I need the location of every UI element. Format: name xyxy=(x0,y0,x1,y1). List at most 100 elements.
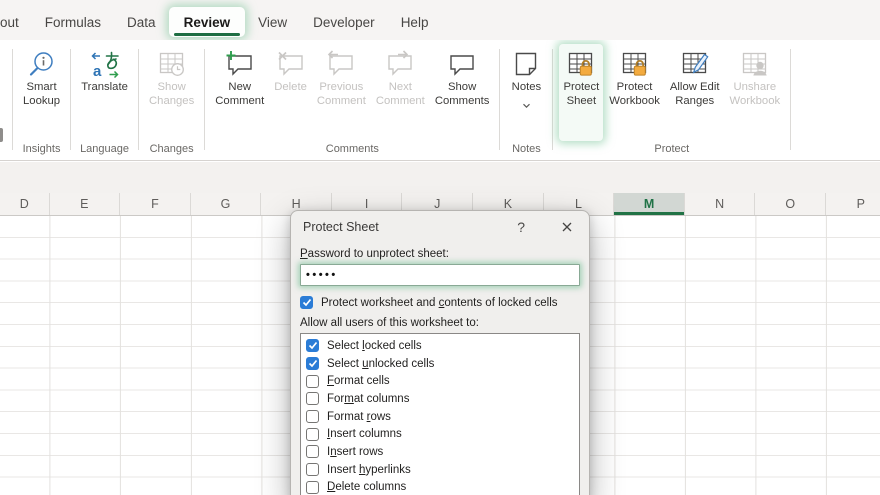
close-icon[interactable] xyxy=(557,219,577,235)
checkbox-unchecked-icon[interactable] xyxy=(306,428,319,441)
checkbox-checked-icon[interactable] xyxy=(300,296,313,309)
ribbon-group-language: aTranslateLanguage xyxy=(73,43,136,160)
column-header-f[interactable]: F xyxy=(120,193,191,215)
delete-comment-icon xyxy=(275,49,307,80)
dialog-title-bar[interactable]: Protect Sheet ? xyxy=(291,211,589,241)
tab-developer[interactable]: Developer xyxy=(300,7,388,37)
tab-out[interactable]: out xyxy=(0,7,32,37)
group-divider xyxy=(12,49,13,150)
column-header-n[interactable]: N xyxy=(685,193,756,215)
formula-bar-spacer xyxy=(0,162,880,193)
ribbon-button-next-comment: NextComment xyxy=(372,44,429,141)
ribbon-group-changes: ShowChangesChanges xyxy=(141,43,202,160)
protect-sheet-dialog: Protect Sheet ? Password to unprotect sh… xyxy=(290,210,590,495)
notes-icon xyxy=(510,49,542,80)
clipped-group-edge xyxy=(0,128,3,142)
ribbon-button-label: SmartLookup xyxy=(23,80,60,109)
allow-users-label: Allow all users of this worksheet to: xyxy=(300,317,580,329)
password-input[interactable] xyxy=(300,264,580,286)
checkbox-checked-icon[interactable] xyxy=(306,339,319,352)
checkbox-unchecked-icon[interactable] xyxy=(306,445,319,458)
ribbon-button-label: Translate xyxy=(81,80,128,94)
permission-item[interactable]: Insert rows xyxy=(306,443,579,461)
ribbon-button-protect-workbook[interactable]: ProtectWorkbook xyxy=(605,44,664,141)
permission-label: Select locked cells xyxy=(327,340,422,352)
unshare-workbook-icon xyxy=(739,49,771,80)
ribbon-button-label: Allow EditRanges xyxy=(670,80,720,109)
permission-item[interactable]: Select unlocked cells xyxy=(306,355,579,373)
show-changes-icon xyxy=(156,49,188,80)
ribbon-button-unshare-workbook: UnshareWorkbook xyxy=(726,44,785,141)
protect-sheet-icon xyxy=(565,49,597,80)
ribbon-tab-bar: outFormulasDataReviewViewDeveloperHelp xyxy=(0,0,880,40)
dialog-body: Password to unprotect sheet: Protect wor… xyxy=(291,248,589,495)
ribbon-button-label: NextComment xyxy=(376,80,425,109)
help-icon[interactable]: ? xyxy=(511,219,531,235)
tab-data[interactable]: Data xyxy=(114,7,169,37)
ribbon-button-allow-edit-ranges[interactable]: Allow EditRanges xyxy=(666,44,724,141)
checkbox-unchecked-icon[interactable] xyxy=(306,410,319,423)
next-comment-icon xyxy=(384,49,416,80)
tab-review[interactable]: Review xyxy=(169,7,246,37)
ribbon-button-notes[interactable]: Notes xyxy=(506,44,546,141)
ribbon-button-label: ProtectWorkbook xyxy=(609,80,660,109)
previous-comment-icon xyxy=(325,49,357,80)
checkbox-unchecked-icon[interactable] xyxy=(306,392,319,405)
ribbon-button-protect-sheet[interactable]: ProtectSheet xyxy=(559,44,603,141)
permissions-listbox[interactable]: Select locked cells Select unlocked cells… xyxy=(300,333,580,495)
protect-workbook-icon xyxy=(619,49,651,80)
column-header-e[interactable]: E xyxy=(50,193,121,215)
column-header-o[interactable]: O xyxy=(755,193,826,215)
column-header-m[interactable]: M xyxy=(614,193,685,215)
permission-item[interactable]: Insert columns xyxy=(306,425,579,443)
ribbon-group-insights: SmartLookupInsights xyxy=(15,43,68,160)
tab-view[interactable]: View xyxy=(245,7,300,37)
ribbon: SmartLookupInsightsaTranslateLanguageSho… xyxy=(0,40,880,161)
checkbox-unchecked-icon[interactable] xyxy=(306,463,319,476)
ribbon-button-label: ShowComments xyxy=(435,80,490,109)
permission-label: Format cells xyxy=(327,375,390,387)
group-label-protect: Protect xyxy=(650,142,693,160)
column-header-g[interactable]: G xyxy=(191,193,262,215)
tab-help[interactable]: Help xyxy=(388,7,442,37)
checkbox-unchecked-icon[interactable] xyxy=(306,375,319,388)
ribbon-button-label: PreviousComment xyxy=(317,80,366,109)
ribbon-button-label: Delete xyxy=(274,80,307,94)
show-comments-icon xyxy=(446,49,478,80)
permission-label: Select unlocked cells xyxy=(327,358,434,370)
password-label: Password to unprotect sheet: xyxy=(300,248,580,260)
ribbon-button-translate[interactable]: aTranslate xyxy=(77,44,132,141)
checkbox-checked-icon[interactable] xyxy=(306,357,319,370)
protect-worksheet-checkbox-row[interactable]: Protect worksheet and contents of locked… xyxy=(300,296,580,309)
ribbon-button-new-comment[interactable]: NewComment xyxy=(211,44,268,141)
column-header-p[interactable]: P xyxy=(826,193,880,215)
ribbon-button-label: NewComment xyxy=(215,80,264,109)
translate-icon: a xyxy=(89,49,121,80)
protect-worksheet-label: Protect worksheet and contents of locked… xyxy=(321,297,558,309)
tab-formulas[interactable]: Formulas xyxy=(32,7,114,37)
smart-lookup-icon xyxy=(26,49,58,80)
permission-item[interactable]: Format columns xyxy=(306,390,579,408)
ribbon-button-show-comments[interactable]: ShowComments xyxy=(431,44,494,141)
ribbon-button-label: UnshareWorkbook xyxy=(730,80,781,109)
chevron-down-icon xyxy=(522,96,531,102)
permission-label: Format rows xyxy=(327,411,391,423)
permission-item[interactable]: Delete columns xyxy=(306,479,579,495)
group-label-notes: Notes xyxy=(508,142,545,160)
permission-item[interactable]: Format rows xyxy=(306,408,579,426)
checkbox-unchecked-icon[interactable] xyxy=(306,481,319,494)
permission-label: Insert rows xyxy=(327,446,383,458)
ribbon-group-notes: NotesNotes xyxy=(502,43,550,160)
permission-item[interactable]: Select locked cells xyxy=(306,337,579,355)
column-header-d[interactable]: D xyxy=(0,193,50,215)
ribbon-button-smart-lookup[interactable]: SmartLookup xyxy=(19,44,64,141)
ribbon-button-show-changes: ShowChanges xyxy=(145,44,198,141)
allow-edit-ranges-icon xyxy=(679,49,711,80)
group-label-language: Language xyxy=(76,142,133,160)
group-label-comments: Comments xyxy=(322,142,383,160)
ribbon-button-label: ProtectSheet xyxy=(563,80,599,109)
permission-item[interactable]: Format cells xyxy=(306,372,579,390)
ribbon-button-previous-comment: PreviousComment xyxy=(313,44,370,141)
permission-item[interactable]: Insert hyperlinks xyxy=(306,461,579,479)
group-divider xyxy=(204,49,205,150)
